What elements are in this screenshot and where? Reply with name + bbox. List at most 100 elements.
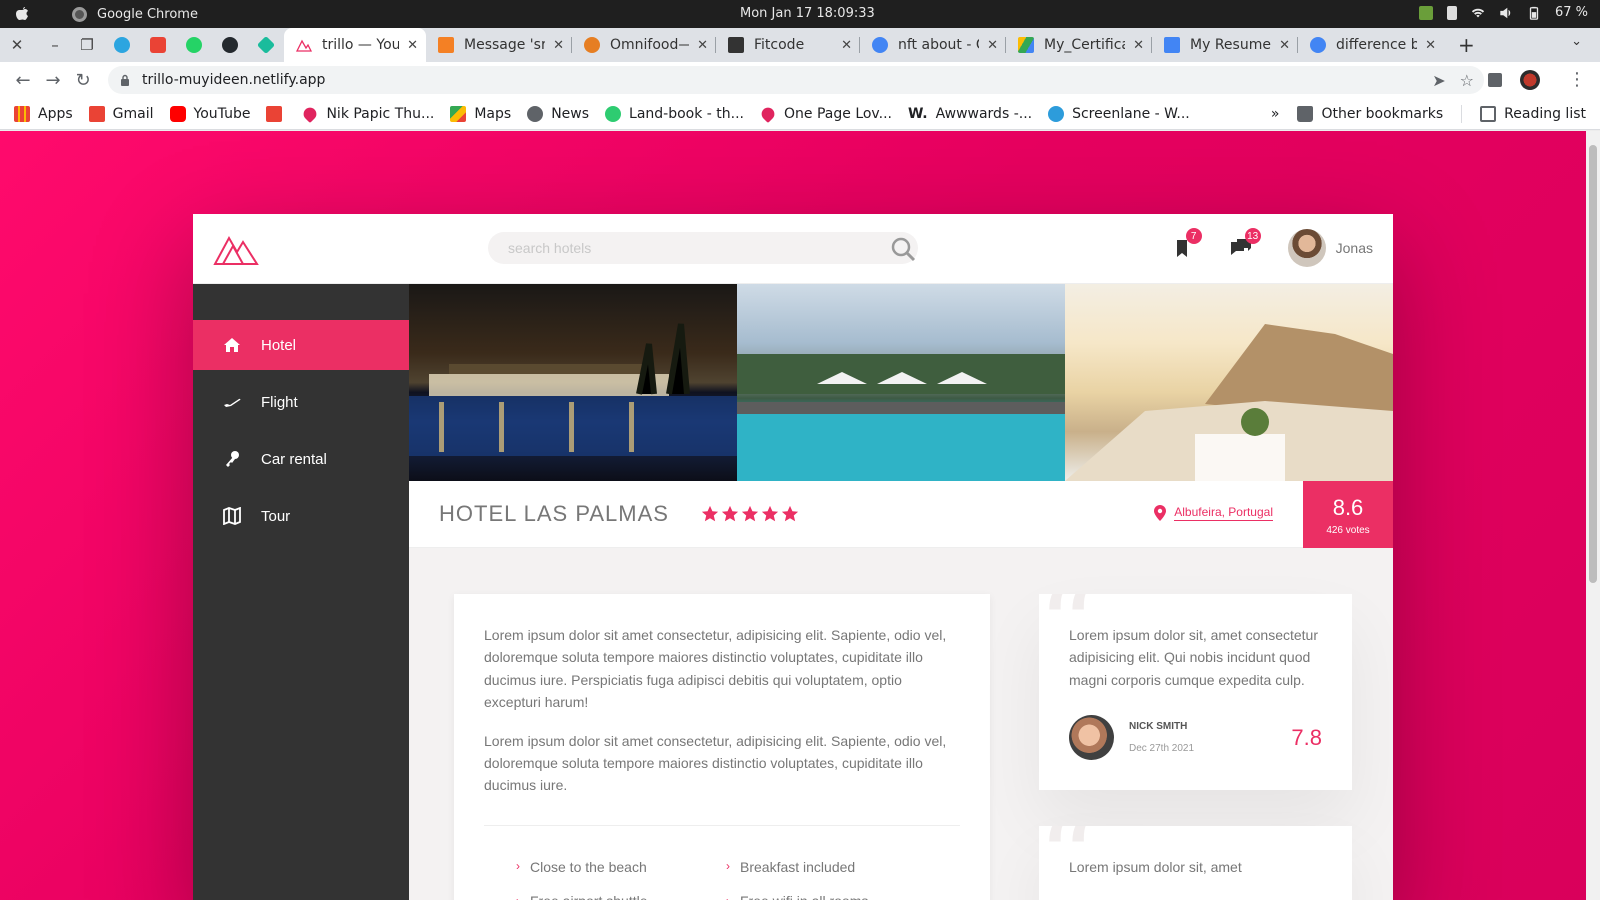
profile-avatar[interactable] — [1520, 70, 1540, 90]
tab-search-chevron-icon[interactable]: ⌄ — [1571, 34, 1582, 49]
feature-item: › Free airport shuttle — [516, 890, 726, 900]
scrollbar-thumb[interactable] — [1589, 145, 1597, 583]
globe-icon — [527, 105, 544, 122]
gallery-photo-pool[interactable] — [737, 284, 1065, 481]
more-bookmarks-chevron[interactable]: » — [1271, 106, 1280, 122]
system-clock[interactable]: Mon Jan 17 18:09:33 — [740, 6, 875, 21]
user-menu[interactable]: Jonas — [1287, 229, 1373, 267]
bookmarks-bar: Apps Gmail YouTube Nik Papic Thu... Maps… — [0, 98, 1600, 130]
browser-tab-strip: ✕ – ❐ trillo — Your ✕ Message 'sr ✕ Omni… — [0, 28, 1600, 62]
browser-menu-kebab-icon[interactable]: ⋮ — [1568, 69, 1586, 90]
volume-icon[interactable] — [1499, 6, 1513, 20]
pinned-tab-github[interactable] — [212, 28, 248, 62]
bookmark-label: News — [551, 105, 590, 122]
battery-percent: 67 % — [1554, 5, 1588, 20]
bookmark-label: Maps — [474, 105, 512, 122]
tab-stackoverflow[interactable]: Message 'sr ✕ — [426, 28, 572, 62]
side-nav-item-hotel[interactable]: Hotel — [193, 320, 409, 370]
bookmark-apps[interactable]: Apps — [14, 105, 73, 122]
hotel-location-link[interactable]: Albufeira, Portugal — [1154, 505, 1273, 521]
chevron-right-icon: › — [726, 859, 730, 874]
bookmark-one-page-love[interactable]: One Page Lov... — [758, 104, 892, 123]
tab-close-icon[interactable]: ✕ — [987, 38, 998, 53]
bookmark-label: Reading list — [1504, 106, 1586, 122]
lock-icon[interactable] — [120, 74, 130, 86]
send-to-device-icon[interactable]: ➤ — [1432, 71, 1445, 90]
bookmark-maps[interactable]: Maps — [450, 105, 512, 122]
url-text[interactable]: trillo-muyideen.netlify.app — [142, 72, 325, 88]
bookmark-gmail[interactable]: Gmail — [88, 105, 154, 122]
feature-item: › Breakfast included — [726, 856, 936, 878]
tab-fitcode[interactable]: Fitcode ✕ — [716, 28, 860, 62]
bookmark-gmail-2[interactable] — [266, 105, 286, 122]
tab-google-difference[interactable]: difference b ✕ — [1298, 28, 1444, 62]
tab-close-icon[interactable]: ✕ — [1425, 38, 1436, 53]
search-icon[interactable] — [890, 236, 916, 262]
reading-list-button[interactable]: Reading list — [1480, 106, 1586, 122]
review-card: “ Lorem ipsum dolor sit, amet consectetu… — [1039, 594, 1352, 791]
bookmarks-button[interactable]: 7 — [1170, 228, 1202, 260]
github-icon — [222, 37, 238, 53]
recycle-tray-icon[interactable] — [1418, 5, 1433, 20]
bookmark-screenlane[interactable]: Screenlane - W... — [1048, 105, 1190, 122]
tab-google-nft[interactable]: nft about - G ✕ — [860, 28, 1006, 62]
tab-drive-certificate[interactable]: My_Certifica ✕ — [1006, 28, 1152, 62]
pinned-tab-whatsapp[interactable] — [176, 28, 212, 62]
window-minimize-icon[interactable]: – — [44, 36, 66, 54]
tab-omnifood[interactable]: Omnifood— ✕ — [572, 28, 716, 62]
bookmark-awwwards[interactable]: W. Awwwards -... — [908, 106, 1032, 122]
tab-close-icon[interactable]: ✕ — [553, 38, 564, 53]
gallery-photo-night-pool[interactable] — [409, 284, 737, 481]
window-close-icon[interactable]: ✕ — [6, 36, 28, 54]
tab-docs-resume[interactable]: My Resume ✕ — [1152, 28, 1298, 62]
page-scrollbar[interactable] — [1586, 131, 1600, 900]
reload-icon[interactable]: ↻ — [68, 70, 98, 91]
star-icon — [741, 505, 759, 522]
forward-arrow-icon[interactable]: → — [38, 70, 68, 91]
search-input[interactable] — [488, 232, 868, 264]
bookmark-news[interactable]: News — [527, 105, 590, 122]
bookmark-label: One Page Lov... — [784, 105, 892, 122]
bookmark-label: Gmail — [112, 105, 154, 122]
hotel-location[interactable]: Albufeira, Portugal — [1174, 505, 1273, 521]
tab-title: Message 'sr — [464, 37, 546, 53]
tab-close-icon[interactable]: ✕ — [1279, 38, 1290, 53]
other-bookmarks-folder[interactable]: Other bookmarks — [1297, 106, 1443, 122]
address-bar[interactable]: trillo-muyideen.netlify.app ➤ ☆ — [108, 66, 1484, 94]
tab-close-icon[interactable]: ✕ — [841, 38, 852, 53]
user-reviews: “ Lorem ipsum dolor sit, amet consectetu… — [1039, 594, 1352, 900]
back-arrow-icon[interactable]: ← — [8, 70, 38, 91]
gallery-photo-terrace[interactable] — [1065, 284, 1393, 481]
awwwards-icon: W. — [907, 105, 928, 122]
pinned-tab-telegram[interactable] — [104, 28, 140, 62]
new-tab-button[interactable]: + — [1458, 33, 1475, 57]
trillo-logo-icon[interactable] — [213, 232, 259, 266]
bookmark-star-icon[interactable]: ☆ — [1460, 71, 1474, 90]
bookmark-nik-papic[interactable]: Nik Papic Thu... — [301, 104, 434, 123]
description-divider — [484, 824, 960, 826]
stackoverflow-favicon-icon — [438, 37, 454, 53]
bookmark-youtube[interactable]: YouTube — [169, 105, 250, 122]
wifi-icon[interactable] — [1471, 6, 1485, 20]
gmail-icon — [88, 105, 105, 122]
clipboard-tray-icon[interactable] — [1446, 5, 1457, 20]
pinned-tab-app[interactable] — [248, 28, 284, 62]
tab-close-icon[interactable]: ✕ — [407, 38, 418, 53]
bookmark-landbook[interactable]: Land-book - th... — [605, 105, 744, 122]
tab-close-icon[interactable]: ✕ — [697, 38, 708, 53]
side-nav-item-flight[interactable]: Flight — [193, 377, 409, 427]
side-nav-item-car-rental[interactable]: Car rental — [193, 434, 409, 484]
battery-icon[interactable] — [1527, 6, 1541, 20]
tab-trillo[interactable]: trillo — Your ✕ — [284, 28, 426, 62]
google-favicon-icon — [872, 37, 888, 53]
side-nav-item-tour[interactable]: Tour — [193, 491, 409, 541]
apple-icon[interactable] — [14, 6, 30, 22]
extensions-puzzle-icon[interactable] — [1488, 73, 1502, 87]
window-restore-icon[interactable]: ❐ — [76, 36, 98, 54]
tab-close-icon[interactable]: ✕ — [1133, 38, 1144, 53]
review-rating: 7.8 — [1291, 725, 1322, 751]
messages-button[interactable]: 13 — [1229, 228, 1261, 260]
pinned-tab-gmail[interactable] — [140, 28, 176, 62]
hotel-rating-box: 8.6 426 votes — [1303, 481, 1393, 548]
heart-icon — [301, 104, 320, 123]
